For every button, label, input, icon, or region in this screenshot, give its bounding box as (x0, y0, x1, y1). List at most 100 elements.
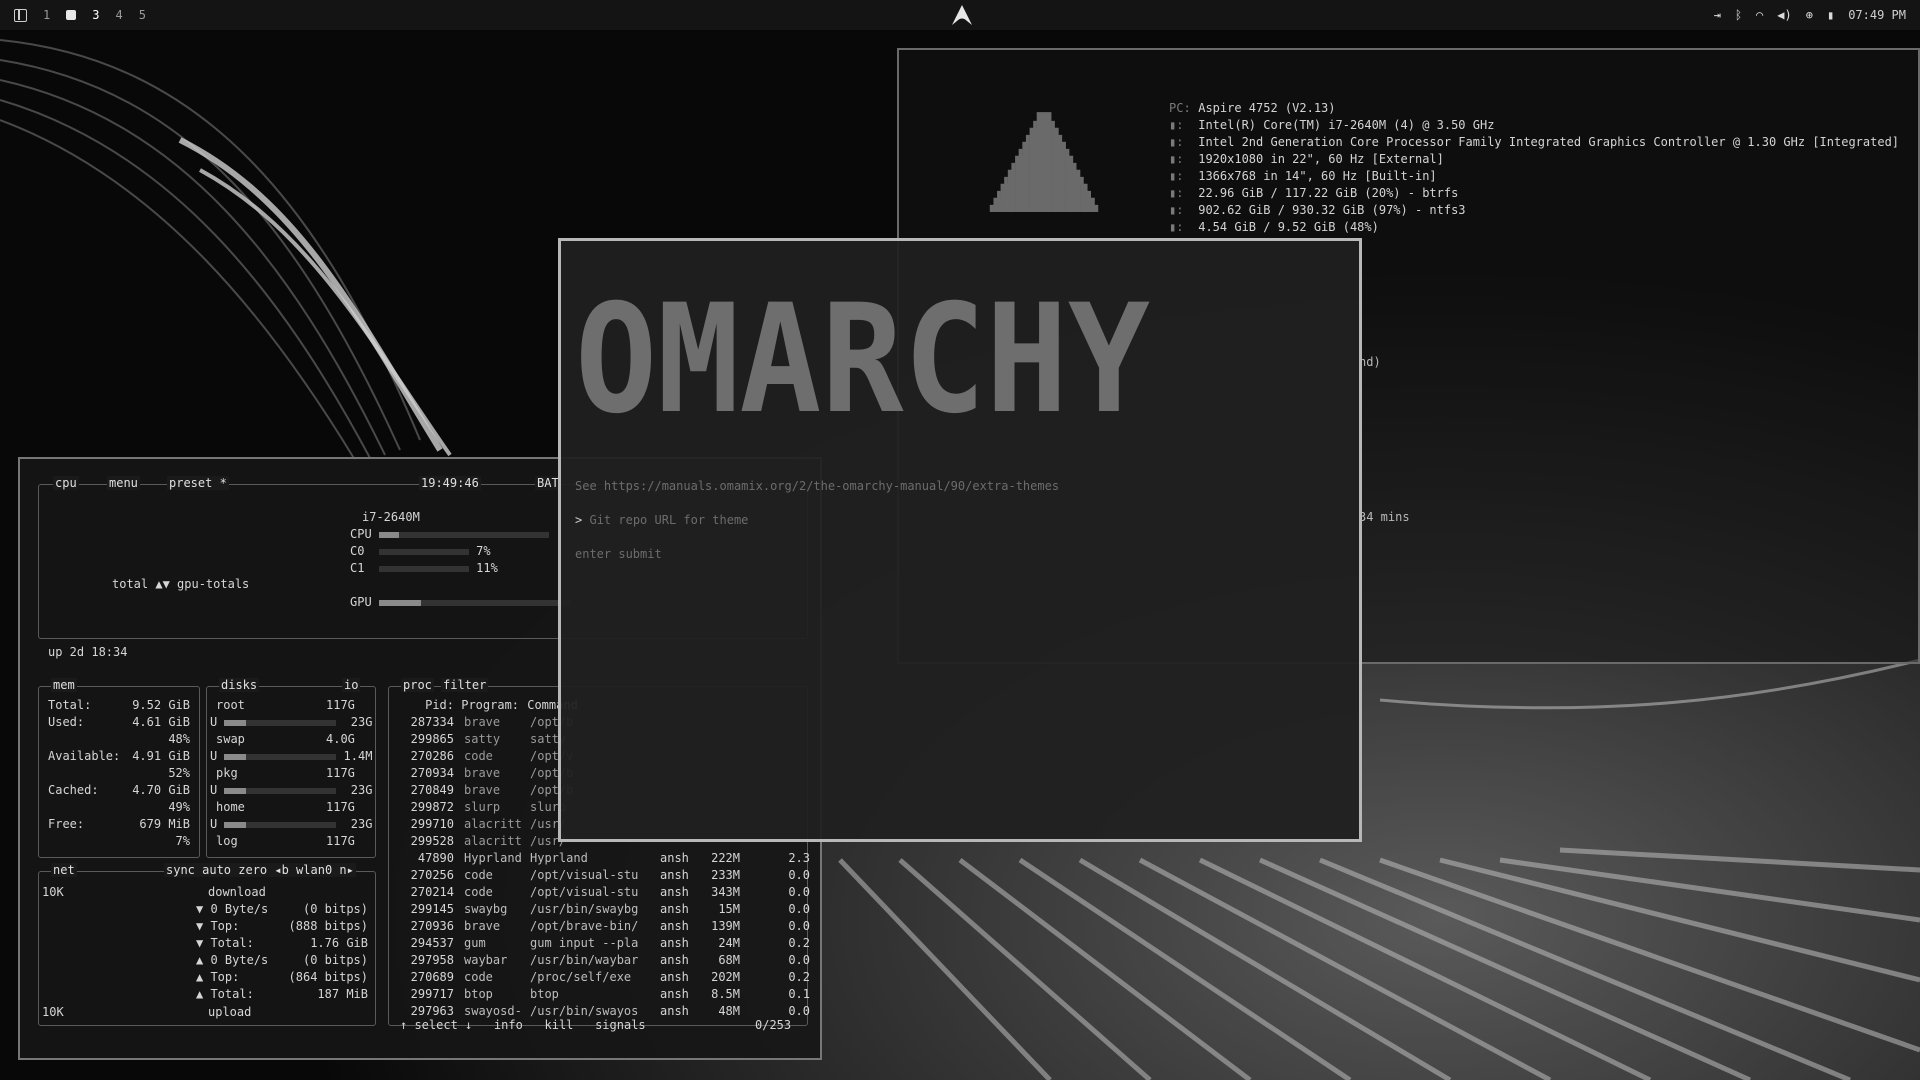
disk-name: swap (216, 732, 245, 746)
process-row[interactable]: 299145 swaybg/usr/bin/swaybg ansh 15M 0.0 (400, 901, 810, 918)
process-row[interactable]: 299717 btop btop ansh 8.5M 0.1 (400, 986, 810, 1003)
disk-usage-bar (224, 821, 247, 828)
mem-value: 49% (168, 800, 190, 814)
net-controls[interactable]: sync auto zero ◂b wlan0 n▸ (164, 863, 356, 877)
clock[interactable]: 07:49 PM (1848, 8, 1906, 22)
ascii-logo: ▁▁ ▗██▖ ▗████▖ ▗██████▖ ▗████████▖ ▗████… (986, 100, 1102, 212)
mem-key: Available: (48, 749, 121, 763)
hint-text: See https://manuals.omamix.org/2/the-oma… (575, 479, 1060, 493)
proc-cpu: 0.0 (788, 1004, 810, 1018)
process-row[interactable]: 270936 brave/opt/brave-bin/ansh 139M 0.0 (400, 918, 810, 935)
proc-cpu: 0.1 (788, 987, 810, 1001)
info-key: ▮: (1169, 135, 1184, 149)
clock-label: 19:49:46 (419, 476, 481, 490)
proc-program: brave (464, 919, 501, 933)
network-icon[interactable]: ⊕ (1806, 8, 1813, 22)
bluetooth-icon[interactable]: ᛒ (1735, 8, 1742, 22)
net-row: ▲ Top: (864 bitps) (196, 969, 374, 986)
filter-tab[interactable]: filter (441, 678, 489, 692)
disk-used: 23G (350, 715, 373, 729)
process-row[interactable]: 294537 gum gum input --pla ansh 24M 0.2 (400, 935, 810, 952)
info-key: ▮: (1169, 118, 1184, 132)
system-info-row: ▮: Intel 2nd Generation Core Processor F… (1169, 134, 1899, 151)
net-key: ▲ Total: (196, 987, 254, 1001)
proc-mem: 8.5M (711, 987, 740, 1001)
net-download-label: download (208, 885, 266, 899)
active-workspace-icon[interactable] (66, 10, 77, 20)
net-tab[interactable]: net (51, 863, 77, 877)
net-value: (0 bitps) (302, 902, 368, 916)
mem-value: 4.61 GiB (132, 715, 190, 729)
mem-key: Total: (48, 698, 92, 712)
disk-size: 117G (326, 800, 355, 814)
logout-icon[interactable]: ⇥ (1714, 8, 1721, 22)
process-row[interactable]: 270214 code/opt/visual-stu ansh 343M 0.0 (400, 884, 810, 901)
disk-usage-marker: U (210, 749, 225, 763)
workspace-1[interactable]: 1 (43, 8, 50, 22)
process-row[interactable]: 270256 code/opt/visual-stu ansh 233M 0.0 (400, 867, 810, 884)
wifi-icon[interactable]: ◠ (1756, 8, 1763, 22)
battery-icon[interactable]: ▮ (1827, 8, 1834, 22)
mem-value: 4.91 GiB (132, 749, 190, 763)
volume-icon[interactable]: ◀) (1777, 8, 1791, 22)
proc-tab[interactable]: proc (401, 678, 434, 692)
top-bar: 1 3 4 5 ⇥ ᛒ ◠ ◀) ⊕ ▮ 07:49 PM (0, 0, 1920, 30)
proc-pid: 270286 (410, 749, 454, 763)
mem-tab[interactable]: mem (51, 678, 77, 692)
disk-size: 117G (326, 698, 355, 712)
proc-pid: 299710 (410, 817, 454, 831)
cpu-tab[interactable]: cpu (53, 476, 79, 490)
net-value: (888 bitps) (288, 919, 368, 933)
disk-usage-track (246, 753, 337, 760)
proc-cpu: 2.3 (788, 851, 810, 865)
proc-program: code (464, 749, 493, 763)
net-row: ▼ Top: (888 bitps) (196, 918, 374, 935)
proc-pid: 297963 (410, 1004, 454, 1018)
proc-cpu: 0.0 (788, 868, 810, 882)
menu-tab[interactable]: menu (107, 476, 140, 490)
disk-row: pkg 117G (216, 765, 372, 782)
process-row[interactable]: 297958 waybar/usr/bin/waybar ansh 68M 0.0 (400, 952, 810, 969)
proc-pid: 270256 (410, 868, 454, 882)
repo-url-input[interactable]: > Git repo URL for theme (575, 513, 748, 527)
process-row[interactable]: 47890 Hyprland Hyprland ansh 222M 2.3 (400, 850, 810, 867)
disk-usage-row: U 23G (210, 816, 372, 833)
proc-mem: 68M (718, 953, 740, 967)
proc-pid: 299872 (410, 800, 454, 814)
net-value: (864 bitps) (288, 970, 368, 984)
omarchy-title-text: OMARCHY (575, 281, 1150, 431)
proc-pid: 270689 (410, 970, 454, 984)
io-tab[interactable]: io (342, 678, 361, 692)
theme-install-terminal[interactable]: OMARCHY See https://manuals.omamix.org/2… (558, 238, 1362, 842)
arch-logo-icon[interactable] (950, 4, 974, 26)
mem-row: Total: 9.52 GiB (48, 697, 198, 714)
proc-mem: 15M (718, 902, 740, 916)
disks-tab[interactable]: disks (219, 678, 260, 692)
workspace-3[interactable]: 3 (92, 8, 99, 22)
app-launcher-icon[interactable] (14, 8, 27, 22)
process-row[interactable]: 270689 code/proc/self/exe ansh 202M 0.2 (400, 969, 810, 986)
mem-key: Free: (48, 817, 85, 831)
proc-program: code (464, 970, 493, 984)
net-row: ▼ 0 Byte/s (0 bitps) (196, 901, 374, 918)
disk-usage-track (246, 821, 337, 828)
preset-tab[interactable]: preset * (167, 476, 229, 490)
workspace-4[interactable]: 4 (115, 8, 122, 22)
net-key: ▼ Total: (196, 936, 254, 950)
core-row: C1 11% (350, 561, 498, 575)
proc-user: ansh (660, 953, 689, 967)
uptime: up 2d 18:34 (48, 645, 128, 659)
proc-program: swaybg (464, 902, 508, 916)
mem-value: 679 MiB (139, 817, 190, 831)
info-key: ▮: (1169, 203, 1184, 217)
gpu-totals-toggle[interactable]: total ▲▼ gpu-totals (112, 576, 249, 593)
workspace-5[interactable]: 5 (139, 8, 146, 22)
info-value: 1920x1080 in 22", 60 Hz [External] (1191, 152, 1444, 166)
disk-name: home (216, 800, 245, 814)
proc-command: /usr/bin/waybar (530, 953, 639, 967)
info-value: 4.54 GiB / 9.52 GiB (48%) (1191, 220, 1379, 234)
process-row[interactable]: 297963 swayosd- /usr/bin/swayos ansh 48M 0.0 (400, 1003, 810, 1020)
proc-command: /opt/brave-bin/ (530, 919, 639, 933)
info-key: ▮: (1169, 186, 1184, 200)
proc-cpu: 0.0 (788, 885, 810, 899)
